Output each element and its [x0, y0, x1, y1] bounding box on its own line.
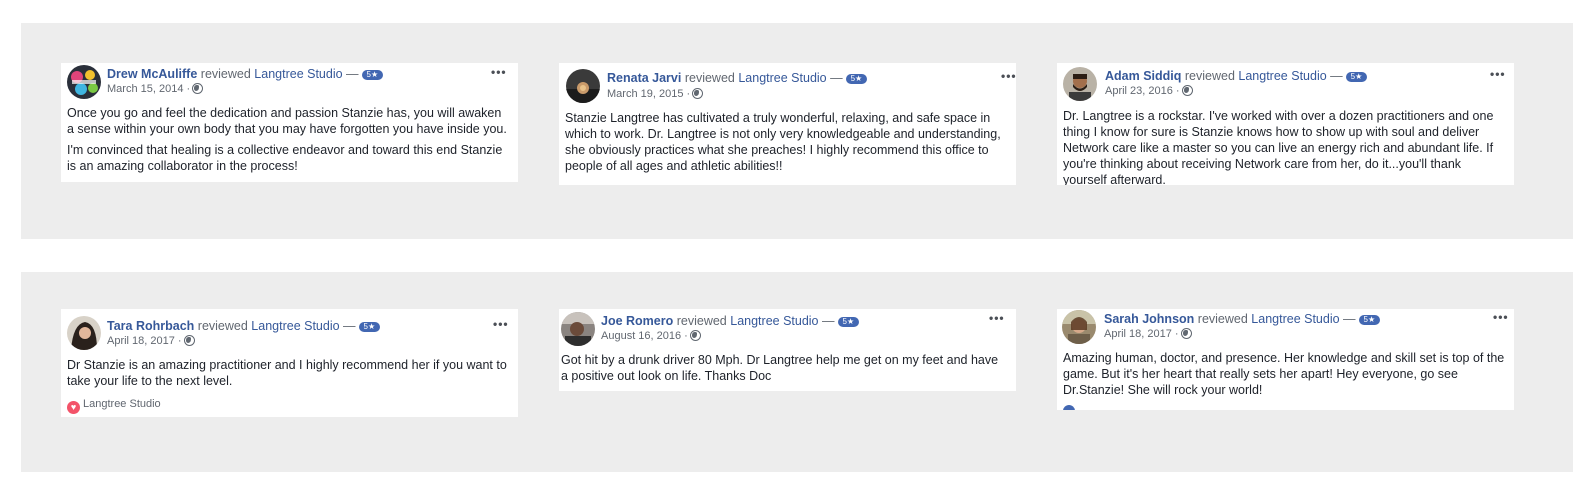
review-meta: April 23, 2016 · [1105, 85, 1193, 98]
dash: — [343, 319, 356, 333]
page-link[interactable]: Langtree Studio [254, 67, 342, 81]
rating-badge: 5★ [361, 70, 384, 80]
review-header: Renata Jarvi reviewed Langtree Studio —5… [607, 71, 868, 86]
globe-icon [192, 83, 204, 94]
rating-badge: 5★ [358, 322, 381, 332]
review-text: Stanzie Langtree has cultivated a truly … [565, 110, 1008, 179]
rating-badge: 5★ [837, 317, 860, 327]
page-tag-icon [1063, 405, 1075, 410]
reviewed-text: reviewed [197, 319, 248, 333]
page-link[interactable]: Langtree Studio [1238, 69, 1326, 83]
review-paragraph: Amazing human, doctor, and presence. Her… [1063, 351, 1505, 397]
review-meta: March 19, 2015 · [607, 88, 704, 101]
review-card: Drew McAuliffe reviewed Langtree Studio … [61, 63, 518, 182]
globe-icon [1180, 328, 1192, 339]
more-options-icon[interactable]: ••• [491, 66, 507, 78]
reviewed-text: reviewed [200, 67, 251, 81]
review-text: Dr Stanzie is an amazing practitioner an… [67, 357, 510, 394]
review-date[interactable]: April 23, 2016 · [1105, 85, 1180, 97]
review-date[interactable]: March 19, 2015 · [607, 88, 690, 100]
review-meta: March 15, 2014 · [107, 83, 204, 96]
author-name[interactable]: Joe Romero [601, 314, 673, 328]
review-paragraph: Dr. Langtree is a rockstar. I've worked … [1063, 109, 1494, 185]
more-options-icon[interactable]: ••• [989, 312, 1005, 324]
globe-icon [689, 330, 701, 341]
reviewed-text: reviewed [676, 314, 727, 328]
more-options-icon[interactable]: ••• [1493, 311, 1509, 323]
review-date[interactable]: April 18, 2017 · [1104, 328, 1179, 340]
review-card: Sarah Johnson reviewed Langtree Studio —… [1057, 309, 1514, 410]
dash: — [822, 314, 835, 328]
more-options-icon[interactable]: ••• [1001, 70, 1016, 82]
review-paragraph: I'm convinced that healing is a collecti… [67, 143, 503, 173]
dash: — [830, 71, 843, 85]
reviewed-text: reviewed [684, 71, 735, 85]
author-name[interactable]: Drew McAuliffe [107, 67, 197, 81]
rating-badge: 5★ [1345, 72, 1368, 82]
avatar[interactable] [561, 312, 595, 346]
globe-icon [692, 88, 704, 99]
review-header: Drew McAuliffe reviewed Langtree Studio … [107, 67, 384, 82]
review-text: Once you go and feel the dedication and … [67, 105, 510, 179]
review-paragraph: Dr Stanzie is an amazing practitioner an… [67, 358, 507, 388]
page-link[interactable]: Langtree Studio [251, 319, 339, 333]
review-card: Tara Rohrbach reviewed Langtree Studio —… [61, 309, 518, 417]
more-options-icon[interactable]: ••• [493, 318, 509, 330]
avatar[interactable] [1062, 310, 1096, 344]
review-header: Tara Rohrbach reviewed Langtree Studio —… [107, 319, 381, 334]
page-tag[interactable]: ♥ Langtree Studio [67, 398, 161, 414]
review-header: Adam Siddiq reviewed Langtree Studio —5★ [1105, 69, 1368, 84]
review-card: Joe Romero reviewed Langtree Studio —5★ … [559, 309, 1016, 391]
rating-badge: 5★ [1358, 315, 1381, 325]
dash: — [346, 67, 359, 81]
author-name[interactable]: Renata Jarvi [607, 71, 681, 85]
page-link[interactable]: Langtree Studio [1251, 312, 1339, 326]
review-text: Amazing human, doctor, and presence. Her… [1063, 350, 1506, 403]
review-meta: April 18, 2017 · [107, 335, 195, 348]
reviewed-text: reviewed [1197, 312, 1248, 326]
author-name[interactable]: Adam Siddiq [1105, 69, 1181, 83]
author-name[interactable]: Sarah Johnson [1104, 312, 1194, 326]
page-tag-label: Langtree Studio [83, 398, 161, 410]
review-meta: April 18, 2017 · [1104, 328, 1192, 341]
review-date[interactable]: August 16, 2016 · [601, 330, 688, 342]
more-options-icon[interactable]: ••• [1490, 68, 1506, 80]
review-card: Renata Jarvi reviewed Langtree Studio —5… [559, 63, 1016, 185]
rating-badge: 5★ [845, 74, 868, 84]
review-header: Sarah Johnson reviewed Langtree Studio —… [1104, 312, 1381, 327]
avatar[interactable] [67, 65, 101, 99]
review-date[interactable]: March 15, 2014 · [107, 83, 190, 95]
avatar[interactable] [566, 69, 600, 103]
review-meta: August 16, 2016 · [601, 330, 701, 343]
heart-icon: ♥ [67, 401, 80, 414]
globe-icon [183, 335, 195, 346]
review-paragraph: Got hit by a drunk driver 80 Mph. Dr Lan… [561, 353, 999, 383]
avatar[interactable] [67, 316, 101, 350]
reviewed-text: reviewed [1184, 69, 1235, 83]
avatar[interactable] [1063, 67, 1097, 101]
review-text: Got hit by a drunk driver 80 Mph. Dr Lan… [561, 352, 1008, 389]
author-name[interactable]: Tara Rohrbach [107, 319, 194, 333]
review-paragraph: Once you go and feel the dedication and … [67, 106, 507, 136]
review-header: Joe Romero reviewed Langtree Studio —5★ [601, 314, 860, 329]
review-text: Dr. Langtree is a rockstar. I've worked … [1063, 108, 1506, 185]
dash: — [1330, 69, 1343, 83]
review-paragraph: Stanzie Langtree has cultivated a truly … [565, 111, 1001, 173]
globe-icon [1181, 85, 1193, 96]
dash: — [1343, 312, 1356, 326]
review-date[interactable]: April 18, 2017 · [107, 335, 182, 347]
page-link[interactable]: Langtree Studio [730, 314, 818, 328]
review-card: Adam Siddiq reviewed Langtree Studio —5★… [1057, 63, 1514, 185]
page-link[interactable]: Langtree Studio [738, 71, 826, 85]
